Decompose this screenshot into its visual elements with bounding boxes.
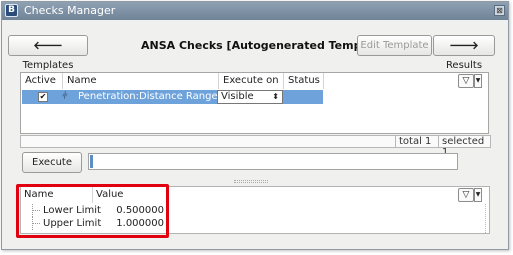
total-count: total 1	[395, 136, 434, 147]
checks-table: Active Name Execute on Status ▽ ▼ ✔ ⫩ Pe…	[20, 72, 489, 134]
checks-manager-window: B Checks Manager ⊠ 🡐 Templates ANSA Chec…	[1, 1, 509, 250]
ansa-app-icon: B	[5, 4, 18, 17]
scrollbar-track[interactable]	[485, 204, 486, 233]
close-icon[interactable]: ⊠	[494, 5, 505, 16]
execute-button[interactable]: Execute	[22, 152, 82, 173]
select-updown-icon: ⬍	[272, 92, 279, 101]
check-name: Penetration:Distance Range	[78, 91, 218, 102]
highlight-box	[16, 184, 169, 238]
panel-splitter-handle[interactable]	[234, 180, 268, 183]
templates-button[interactable]: 🡐 Templates	[8, 35, 88, 71]
arrow-left-icon: 🡐	[33, 39, 63, 52]
table-row[interactable]: ✔ ⫩ Penetration:Distance Range Visible ⬍	[22, 90, 323, 104]
results-button[interactable]: 🡒 Results	[433, 35, 495, 71]
filter-icon[interactable]: ▽	[458, 74, 474, 88]
template-header: ANSA Checks [Autogenerated Template]	[141, 39, 391, 52]
progress-fill	[90, 155, 93, 168]
results-button-label: Results	[445, 60, 483, 71]
status-bar: total 1 selected 1	[20, 135, 491, 158]
active-checkbox[interactable]: ✔	[38, 92, 48, 102]
edit-template-button[interactable]: Edit Template	[357, 35, 432, 56]
distance-check-icon: ⫩	[62, 91, 68, 102]
params-filter-icon[interactable]: ▽	[458, 188, 474, 202]
column-header-status[interactable]: Status	[284, 73, 324, 89]
params-chevron-down-icon[interactable]: ▼	[474, 188, 482, 202]
column-header-execute-on[interactable]: Execute on	[219, 73, 284, 89]
title-bar[interactable]: B Checks Manager ⊠	[2, 2, 508, 20]
execution-progress-bar	[88, 153, 458, 170]
selected-count: selected 1	[438, 136, 490, 158]
execute-on-value: Visible	[221, 91, 254, 102]
chevron-down-icon[interactable]: ▼	[474, 74, 482, 88]
execute-on-select[interactable]: Visible ⬍	[217, 90, 283, 104]
column-header-name[interactable]: Name	[63, 73, 219, 89]
column-header-active[interactable]: Active	[21, 73, 63, 89]
templates-button-label: Templates	[22, 60, 74, 71]
arrow-right-icon: 🡒	[449, 39, 479, 52]
window-title: Checks Manager	[24, 4, 116, 17]
